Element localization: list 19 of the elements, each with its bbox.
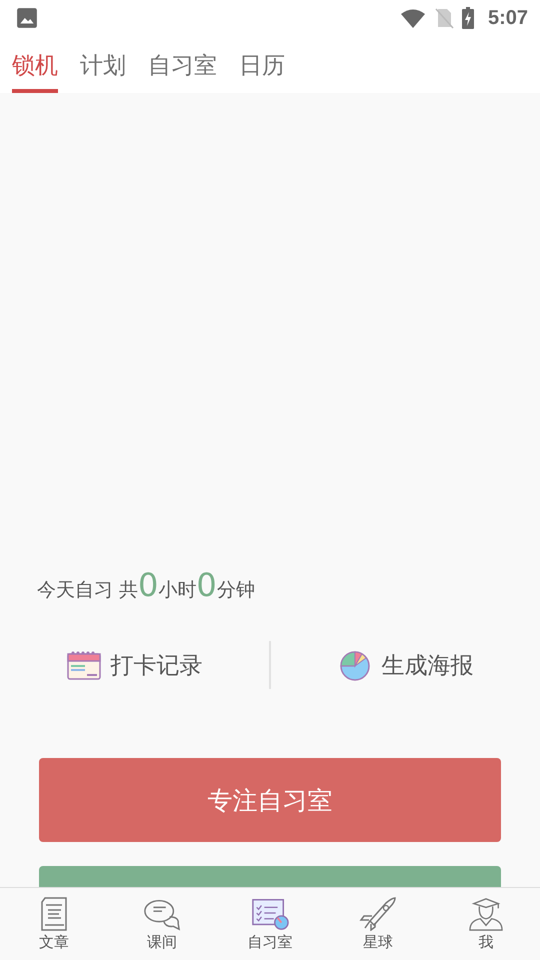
status-time: 5:07 [488,6,528,30]
nav-item[interactable]: 课间 [108,888,216,960]
calendar-icon [66,649,100,681]
nav-item[interactable]: 星球 [324,888,432,960]
nav-item[interactable]: 我 [432,888,540,960]
tab[interactable]: 计划 [80,36,126,93]
wifi-icon [400,8,426,28]
nav-item[interactable]: 文章 [0,888,108,960]
battery-charging-icon [462,7,474,29]
study-time-summary: 今天自习 共0小时0分钟 [37,568,256,606]
action-button[interactable]: 打卡记录 [0,649,269,681]
tab[interactable]: 日历 [239,36,285,93]
action-button[interactable]: 生成海报 [271,649,540,681]
image-icon [16,7,38,29]
tab[interactable]: 锁机 [12,36,58,93]
pie-chart-icon [338,649,372,681]
nav-item[interactable]: 自习室 [216,888,324,960]
no-sim-icon [434,7,454,29]
tab[interactable]: 自习室 [148,36,217,93]
